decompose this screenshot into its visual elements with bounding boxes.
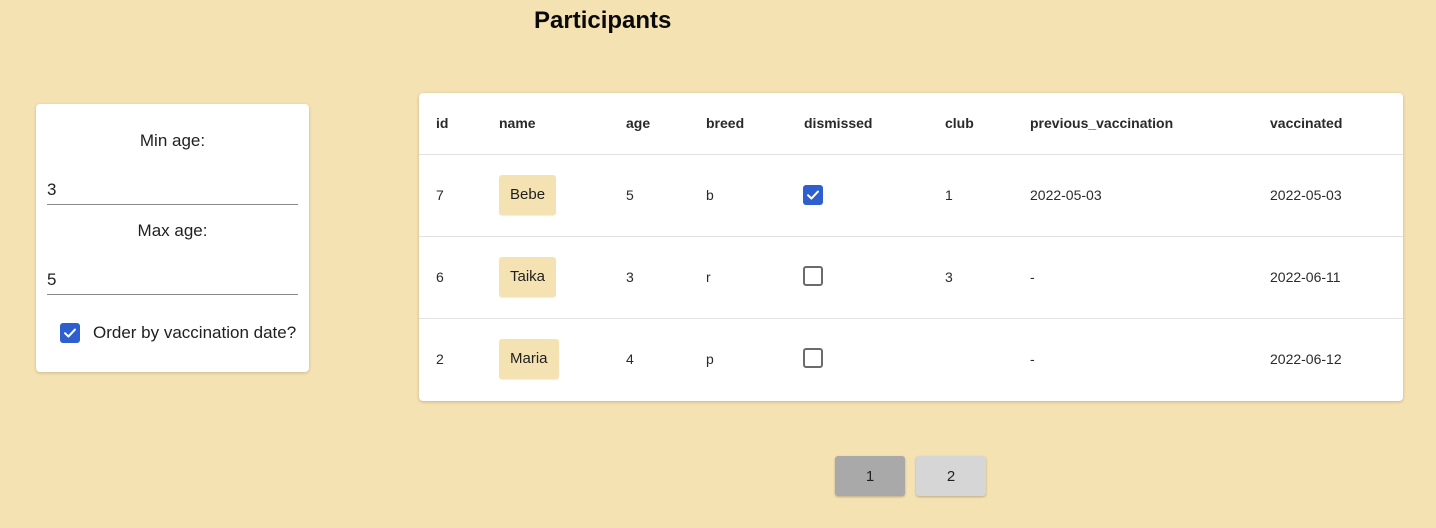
cell-breed: r: [689, 236, 787, 319]
column-header-id[interactable]: id: [419, 93, 482, 155]
cell-name: Maria: [482, 318, 609, 400]
page-button-2[interactable]: 2: [916, 456, 986, 496]
order-by-vaccination-checkbox[interactable]: [60, 323, 80, 343]
column-header-club[interactable]: club: [928, 93, 1013, 155]
table-row: 6 Taika 3 r 3 - 2022-06-11: [419, 236, 1403, 319]
column-header-dismissed[interactable]: dismissed: [787, 93, 928, 155]
participants-table-card: id name age breed dismissed club previou…: [419, 93, 1403, 401]
name-chip[interactable]: Bebe: [499, 175, 557, 215]
column-header-name[interactable]: name: [482, 93, 609, 155]
dismissed-checkbox[interactable]: [803, 347, 823, 368]
min-age-label: Min age:: [139, 131, 206, 150]
participants-table: id name age breed dismissed club previou…: [419, 93, 1403, 400]
cell-vaccinated: 2022-06-12: [1270, 351, 1342, 368]
column-header-vaccinated[interactable]: vaccinated: [1253, 93, 1403, 155]
cell-vaccinated: 2022-06-11: [1253, 236, 1403, 319]
cell-age: 3: [609, 236, 689, 319]
filter-panel: Min age: Max age: Order by vaccination d…: [36, 104, 309, 372]
min-age-input[interactable]: [47, 175, 298, 205]
table-header-row: id name age breed dismissed club previou…: [419, 93, 1403, 155]
page-button-1[interactable]: 1: [835, 456, 905, 496]
column-header-previous-vaccination[interactable]: previous_vaccination: [1013, 93, 1253, 155]
cell-id: 7: [419, 154, 482, 237]
cell-previous-vaccination: 2022-05-03: [1013, 154, 1253, 237]
check-icon: [64, 328, 76, 338]
name-chip[interactable]: Taika: [499, 257, 557, 297]
pagination: 1 2: [835, 456, 997, 496]
cell-breed: p: [706, 351, 714, 368]
cell-id: 2: [436, 351, 444, 368]
page-title: Participants: [534, 7, 672, 34]
table-row: 7 Bebe 5 b 1 2022-05-03 2022-05-03: [419, 154, 1403, 237]
max-age-label: Max age:: [137, 221, 208, 240]
column-header-age[interactable]: age: [609, 93, 689, 155]
cell-name: Taika: [482, 236, 609, 319]
max-age-input[interactable]: [47, 265, 298, 295]
check-icon: [807, 190, 819, 200]
dismissed-checkbox[interactable]: [803, 185, 823, 205]
cell-name: Bebe: [482, 154, 609, 237]
cell-previous-vaccination: -: [1030, 351, 1035, 368]
order-by-vaccination-label: Order by vaccination date?: [93, 323, 297, 342]
cell-club: [928, 318, 1013, 400]
cell-breed: b: [689, 154, 787, 237]
order-by-vaccination-row[interactable]: Order by vaccination date?: [60, 321, 296, 345]
cell-dismissed: [787, 236, 928, 319]
column-header-breed[interactable]: breed: [689, 93, 787, 155]
cell-vaccinated: 2022-05-03: [1253, 154, 1403, 237]
cell-club: 3: [928, 236, 1013, 319]
name-chip[interactable]: Maria: [499, 339, 559, 380]
cell-id: 6: [419, 236, 482, 319]
cell-dismissed: [787, 154, 928, 237]
cell-age: 5: [609, 154, 689, 237]
cell-previous-vaccination: -: [1013, 236, 1253, 319]
cell-club: 1: [928, 154, 1013, 237]
cell-age: 4: [626, 351, 634, 368]
table-row: 2 Maria 4 p - 2022-06-12: [419, 318, 1403, 400]
dismissed-checkbox[interactable]: [803, 265, 823, 286]
cell-dismissed: [787, 318, 928, 400]
